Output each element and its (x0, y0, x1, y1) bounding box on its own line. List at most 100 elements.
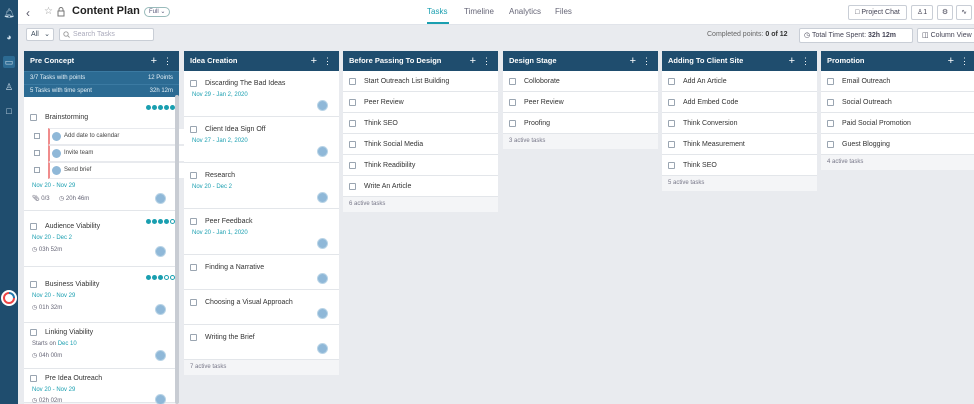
avatar[interactable] (155, 350, 166, 361)
task-card[interactable]: Start Outreach List Building (343, 71, 498, 92)
task-checkbox[interactable] (190, 299, 197, 306)
task-card[interactable]: Brainstorming Add date to calendar Invit… (24, 97, 188, 211)
task-card[interactable]: Add Embed Code (662, 92, 817, 113)
task-checkbox[interactable] (827, 120, 834, 127)
task-card[interactable]: Audience Viability Nov 20 - Dec 2 ◷ 03h … (24, 211, 179, 267)
task-checkbox[interactable] (30, 375, 37, 382)
avatar[interactable] (155, 193, 166, 204)
subtask-item[interactable]: Send brief (34, 162, 188, 179)
add-task-icon[interactable]: + (311, 51, 317, 71)
avatar[interactable] (317, 192, 328, 203)
task-checkbox[interactable] (668, 162, 675, 169)
task-card[interactable]: Email Outreach (821, 71, 974, 92)
task-checkbox[interactable] (509, 78, 516, 85)
more-options-icon[interactable]: ⋮ (482, 51, 491, 71)
task-card[interactable]: Paid Social Promotion (821, 113, 974, 134)
task-checkbox[interactable] (668, 141, 675, 148)
task-checkbox[interactable] (30, 114, 37, 121)
task-checkbox[interactable] (349, 78, 356, 85)
dashboard-icon[interactable]: ◕ (3, 31, 15, 43)
star-icon[interactable]: ☆ (44, 6, 53, 17)
subtask-item[interactable]: Invite team (34, 145, 188, 162)
task-checkbox[interactable] (349, 162, 356, 169)
subtask-checkbox[interactable] (34, 167, 40, 173)
task-card[interactable]: Client Idea Sign Off Nov 27 - Jan 2, 202… (184, 117, 339, 163)
task-card[interactable]: Peer Review (503, 92, 658, 113)
subtask-checkbox[interactable] (34, 150, 40, 156)
avatar[interactable] (155, 246, 166, 257)
avatar[interactable] (317, 343, 328, 354)
task-card[interactable]: Peer Feedback Nov 20 - Jan 1, 2020 (184, 209, 339, 255)
task-checkbox[interactable] (30, 223, 37, 230)
task-checkbox[interactable] (668, 78, 675, 85)
projects-icon[interactable]: ▭ (3, 56, 15, 68)
tab-timeline[interactable]: Timeline (464, 7, 494, 16)
task-card[interactable]: Research Nov 20 - Dec 2 (184, 163, 339, 209)
add-task-icon[interactable]: + (789, 51, 795, 71)
avatar[interactable] (317, 308, 328, 319)
access-badge[interactable]: Full ⌄ (144, 7, 171, 17)
column-view-select[interactable]: ◫ Column View ⌄ (917, 28, 974, 43)
subtask-checkbox[interactable] (34, 133, 40, 139)
tab-files[interactable]: Files (555, 7, 572, 16)
chat-icon[interactable]: □ (3, 105, 15, 117)
task-checkbox[interactable] (509, 120, 516, 127)
task-checkbox[interactable] (349, 183, 356, 190)
task-card[interactable]: Business Viability Nov 20 - Nov 29 ◷ 01h… (24, 267, 179, 323)
task-checkbox[interactable] (190, 334, 197, 341)
more-options-icon[interactable]: ⋮ (801, 51, 810, 71)
task-card[interactable]: Discarding The Bad Ideas Nov 29 - Jan 2,… (184, 71, 339, 117)
view-filter-select[interactable]: All ⌄ (26, 28, 54, 41)
task-card[interactable]: Think Readibility (343, 155, 498, 176)
avatar[interactable] (317, 100, 328, 111)
task-card[interactable]: Proofing (503, 113, 658, 134)
task-card[interactable]: Writing the Brief (184, 325, 339, 360)
task-checkbox[interactable] (190, 264, 197, 271)
members-button[interactable]: ♙1 (911, 5, 933, 20)
tab-tasks[interactable]: Tasks (427, 7, 447, 16)
team-icon[interactable]: ♙ (3, 81, 15, 93)
task-card[interactable]: Social Outreach (821, 92, 974, 113)
task-checkbox[interactable] (30, 329, 37, 336)
task-card[interactable]: Linking Viability Starts on Dec 10 ◷ 04h… (24, 323, 179, 369)
task-card[interactable]: Think Measurement (662, 134, 817, 155)
activity-button[interactable]: ∿ (956, 5, 972, 20)
avatar[interactable] (317, 238, 328, 249)
avatar[interactable] (317, 146, 328, 157)
back-arrow-icon[interactable]: ‹ (26, 6, 30, 20)
task-card[interactable]: Think SEO (662, 155, 817, 176)
add-task-icon[interactable]: + (948, 51, 954, 71)
task-checkbox[interactable] (827, 78, 834, 85)
task-card[interactable]: Pre Idea Outreach Nov 20 - Nov 29 ◷ 02h … (24, 369, 179, 404)
task-checkbox[interactable] (349, 99, 356, 106)
more-options-icon[interactable]: ⋮ (323, 51, 332, 71)
task-checkbox[interactable] (190, 126, 197, 133)
add-task-icon[interactable]: + (151, 51, 157, 71)
task-card[interactable]: Think SEO (343, 113, 498, 134)
more-options-icon[interactable]: ⋮ (642, 51, 651, 71)
task-checkbox[interactable] (509, 99, 516, 106)
task-checkbox[interactable] (827, 141, 834, 148)
task-checkbox[interactable] (190, 218, 197, 225)
subtask-item[interactable]: Add date to calendar (34, 128, 188, 145)
settings-button[interactable]: ⚙ (937, 5, 953, 20)
add-task-icon[interactable]: + (630, 51, 636, 71)
more-options-icon[interactable]: ⋮ (163, 51, 172, 71)
task-checkbox[interactable] (668, 99, 675, 106)
tab-analytics[interactable]: Analytics (509, 7, 541, 16)
column-scrollbar[interactable] (175, 95, 179, 404)
search-input[interactable]: Search Tasks (59, 28, 154, 41)
avatar[interactable] (155, 394, 166, 404)
project-chat-button[interactable]: □ Project Chat (848, 5, 907, 20)
task-checkbox[interactable] (827, 99, 834, 106)
task-checkbox[interactable] (30, 281, 37, 288)
task-card[interactable]: Think Conversion (662, 113, 817, 134)
task-card[interactable]: Write An Article (343, 176, 498, 197)
avatar[interactable] (317, 273, 328, 284)
task-card[interactable]: Add An Article (662, 71, 817, 92)
task-card[interactable]: Colloborate (503, 71, 658, 92)
total-time-button[interactable]: ◷ Total Time Spent: 32h 12m (799, 28, 913, 43)
avatar[interactable] (155, 304, 166, 315)
task-checkbox[interactable] (349, 120, 356, 127)
task-card[interactable]: Choosing a Visual Approach (184, 290, 339, 325)
